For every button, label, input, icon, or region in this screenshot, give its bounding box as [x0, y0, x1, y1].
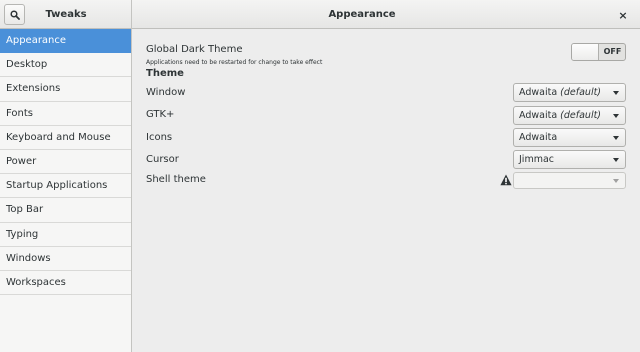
cursor-theme-label: Cursor: [146, 154, 179, 165]
appearance-panel: Global Dark Theme Applications need to b…: [133, 29, 640, 352]
chevron-down-icon: [613, 91, 619, 95]
sidebar-item-fonts[interactable]: Fonts: [0, 102, 131, 126]
theme-section-heading: Theme: [146, 68, 184, 79]
sidebar: Appearance Desktop Extensions Fonts Keyb…: [0, 29, 132, 352]
header-left-pane: Tweaks: [0, 0, 132, 29]
cursor-theme-dropdown[interactable]: Jimmac: [513, 150, 626, 169]
search-button[interactable]: [4, 4, 25, 25]
app-title: Tweaks: [45, 9, 87, 20]
gtk-theme-label: GTK+: [146, 109, 175, 120]
sidebar-item-keyboard-and-mouse[interactable]: Keyboard and Mouse: [0, 126, 131, 150]
icons-theme-value: Adwaita: [519, 132, 558, 143]
sidebar-item-typing[interactable]: Typing: [0, 223, 131, 247]
window-theme-value: Adwaita (default): [519, 87, 602, 98]
dark-theme-label: Global Dark Theme: [146, 44, 243, 55]
cursor-theme-value: Jimmac: [519, 154, 554, 165]
search-icon: [9, 9, 20, 20]
sidebar-item-workspaces[interactable]: Workspaces: [0, 271, 131, 296]
header-bar: Tweaks Appearance ×: [0, 0, 640, 29]
chevron-down-icon: [613, 136, 619, 140]
window-theme-dropdown[interactable]: Adwaita (default): [513, 83, 626, 102]
tweaks-window: Tweaks Appearance × Appearance Desktop E…: [0, 0, 640, 352]
shell-theme-label: Shell theme: [146, 174, 206, 185]
dark-theme-switch[interactable]: OFF: [571, 43, 626, 61]
close-button[interactable]: ×: [614, 6, 632, 24]
dark-theme-note: Applications need to be restarted for ch…: [146, 59, 323, 66]
warning-icon: [500, 174, 512, 186]
chevron-down-icon: [613, 158, 619, 162]
page-title: Appearance: [328, 9, 396, 20]
chevron-down-icon: [613, 114, 619, 118]
sidebar-item-power[interactable]: Power: [0, 150, 131, 175]
switch-state-label: OFF: [603, 47, 622, 56]
chevron-down-icon: [613, 179, 619, 183]
sidebar-item-top-bar[interactable]: Top Bar: [0, 198, 131, 223]
icons-theme-label: Icons: [146, 132, 173, 143]
sidebar-item-startup-applications[interactable]: Startup Applications: [0, 174, 131, 199]
window-theme-label: Window: [146, 87, 186, 98]
close-icon: ×: [618, 8, 628, 22]
sidebar-item-appearance[interactable]: Appearance: [0, 29, 131, 54]
shell-theme-dropdown[interactable]: [513, 172, 626, 189]
sidebar-item-windows[interactable]: Windows: [0, 247, 131, 271]
gtk-theme-value: Adwaita (default): [519, 110, 602, 121]
gtk-theme-dropdown[interactable]: Adwaita (default): [513, 106, 626, 125]
sidebar-item-desktop[interactable]: Desktop: [0, 53, 131, 78]
switch-knob: [572, 44, 599, 60]
icons-theme-dropdown[interactable]: Adwaita: [513, 128, 626, 147]
sidebar-item-extensions[interactable]: Extensions: [0, 77, 131, 102]
